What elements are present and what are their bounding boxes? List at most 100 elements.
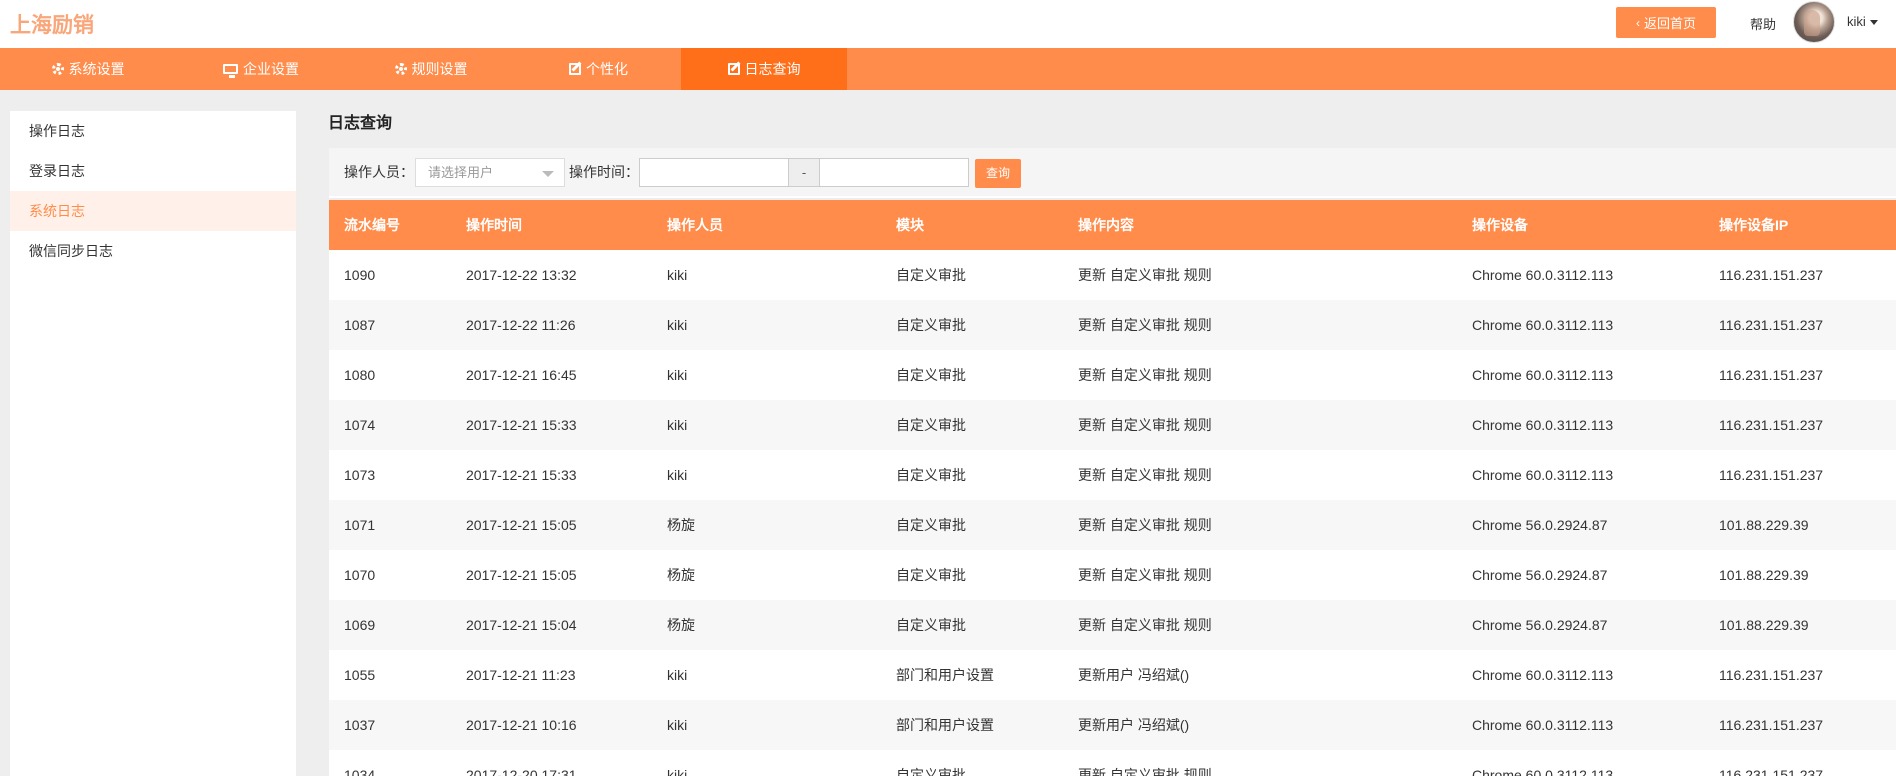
table-cell: 1055 [344, 667, 376, 683]
table-cell: 自定义审批 [896, 467, 966, 483]
user-menu[interactable]: kiki [1847, 14, 1878, 29]
table-cell: kiki [667, 317, 688, 333]
nav-item-personalize[interactable]: 个性化 [516, 48, 681, 90]
table-cell: 更新 自定义审批 规则 [1078, 567, 1212, 583]
table-row[interactable]: 1087 2017-12-22 11:26 kiki 自定义审批 更新 自定义审批 规则… [329, 300, 1896, 350]
table-cell: 更新 自定义审批 规则 [1078, 267, 1212, 283]
end-time-input[interactable] [819, 158, 969, 187]
nav-item-rule-settings[interactable]: 规则设置 [346, 48, 516, 90]
gear-icon [51, 63, 64, 75]
table-cell: 101.88.229.39 [1719, 517, 1809, 533]
table-cell: 更新 自定义审批 规则 [1078, 767, 1212, 776]
table-row[interactable]: 1073 2017-12-21 15:33 kiki 自定义审批 更新 自定义审批 规则… [329, 450, 1896, 500]
operator-label: 操作人员： [344, 164, 414, 180]
table-cell: 116.231.151.237 [1719, 667, 1824, 683]
table-row[interactable]: 1034 2017-12-20 17:31 kiki 自定义审批 更新 自定义审批 规则… [329, 750, 1896, 776]
table-cell: 116.231.151.237 [1719, 317, 1824, 333]
table-cell: kiki [667, 717, 688, 733]
table-cell: Chrome 60.0.3112.113 [1472, 767, 1614, 776]
table-cell: kiki [667, 267, 688, 283]
table-cell: 更新用户 冯绍斌() [1078, 667, 1190, 683]
table-cell: 1074 [344, 417, 376, 433]
chevron-left-icon: ‹ [1635, 15, 1640, 30]
sidebar-item-system-log[interactable]: 系统日志 [10, 191, 296, 231]
table-cell: 杨旋 [667, 567, 695, 583]
table-row[interactable]: 1037 2017-12-21 10:16 kiki 部门和用户设置 更新用户 冯绍斌(… [329, 700, 1896, 750]
nav-item-system-settings[interactable]: 系统设置 [0, 48, 176, 90]
table-cell: 1090 [344, 267, 376, 283]
table-cell: 自定义审批 [896, 417, 966, 433]
edit-icon [569, 63, 581, 75]
table-cell: 2017-12-21 15:33 [466, 417, 577, 433]
table-cell: 自定义审批 [896, 367, 966, 383]
table-row[interactable]: 1070 2017-12-21 15:05 杨旋 自定义审批 更新 自定义审批 规则 Ch… [329, 550, 1896, 600]
column-header: 操作时间 [466, 217, 522, 233]
table-cell: 更新 自定义审批 规则 [1078, 367, 1212, 383]
nav-item-log-query[interactable]: 日志查询 [681, 48, 847, 90]
table-cell: Chrome 56.0.2924.87 [1472, 567, 1608, 583]
table-cell: 更新 自定义审批 规则 [1078, 617, 1212, 633]
table-cell: 1080 [344, 367, 376, 383]
chevron-down-icon [542, 171, 554, 177]
nav-item-label: 个性化 [586, 61, 628, 77]
query-button[interactable]: 查询 [975, 159, 1021, 188]
nav-item-company-settings[interactable]: 企业设置 [176, 48, 346, 90]
sidebar-item-operation-log[interactable]: 操作日志 [10, 111, 296, 151]
date-range-separator: - [789, 158, 819, 187]
filter-bar: 操作人员： 请选择用户 操作时间： - 查询 [329, 148, 1896, 198]
table-row[interactable]: 1055 2017-12-21 11:23 kiki 部门和用户设置 更新用户 冯绍斌(… [329, 650, 1896, 700]
main-nav: 系统设置 企业设置 规则设置 个性化 日志查询 [0, 48, 1896, 90]
table-body: 1090 2017-12-22 13:32 kiki 自定义审批 更新 自定义审批 规则… [329, 250, 1896, 776]
table-row[interactable]: 1090 2017-12-22 13:32 kiki 自定义审批 更新 自定义审批 规则… [329, 250, 1896, 300]
operator-select[interactable]: 请选择用户 [415, 158, 565, 187]
table-cell: 1073 [344, 467, 376, 483]
table-cell: 更新 自定义审批 规则 [1078, 467, 1212, 483]
table-cell: 1071 [344, 517, 376, 533]
nav-item-label: 系统设置 [68, 61, 125, 77]
nav-item-label: 日志查询 [744, 61, 801, 77]
app-logo[interactable]: 上海励销 [10, 9, 94, 39]
sidebar-item-wechat-sync-log[interactable]: 微信同步日志 [10, 231, 296, 271]
table-cell: 116.231.151.237 [1719, 417, 1824, 433]
table-cell: 101.88.229.39 [1719, 567, 1809, 583]
table-cell: kiki [667, 367, 688, 383]
table-cell: 1070 [344, 567, 376, 583]
column-header: 操作设备IP [1719, 217, 1789, 233]
table-cell: 更新 自定义审批 规则 [1078, 317, 1212, 333]
help-link[interactable]: 帮助 [1750, 14, 1776, 33]
back-home-button[interactable]: ‹ 返回首页 [1616, 7, 1716, 38]
username: kiki [1847, 14, 1866, 29]
table-cell: 自定义审批 [896, 317, 966, 333]
table-cell: Chrome 60.0.3112.113 [1472, 667, 1614, 683]
table-cell: Chrome 56.0.2924.87 [1472, 617, 1608, 633]
nav-item-label: 规则设置 [411, 61, 468, 77]
table-row[interactable]: 1080 2017-12-21 16:45 kiki 自定义审批 更新 自定义审批 规则… [329, 350, 1896, 400]
table-row[interactable]: 1071 2017-12-21 15:05 杨旋 自定义审批 更新 自定义审批 规则 Ch… [329, 500, 1896, 550]
table-row[interactable]: 1074 2017-12-21 15:33 kiki 自定义审批 更新 自定义审批 规则… [329, 400, 1896, 450]
table-cell: 杨旋 [667, 517, 695, 533]
table-cell: 自定义审批 [896, 617, 966, 633]
table-cell: Chrome 56.0.2924.87 [1472, 517, 1608, 533]
table-cell: 2017-12-21 15:05 [466, 517, 577, 533]
table-row[interactable]: 1069 2017-12-21 15:04 杨旋 自定义审批 更新 自定义审批 规则 Ch… [329, 600, 1896, 650]
table-cell: 116.231.151.237 [1719, 467, 1824, 483]
operator-select-placeholder: 请选择用户 [428, 165, 494, 180]
table-cell: 杨旋 [667, 617, 695, 633]
table-cell: 1034 [344, 767, 376, 776]
back-home-label: 返回首页 [1643, 16, 1696, 31]
start-time-input[interactable] [639, 158, 789, 187]
table-cell: Chrome 60.0.3112.113 [1472, 417, 1614, 433]
table-cell: 116.231.151.237 [1719, 367, 1824, 383]
table-cell: 1069 [344, 617, 376, 633]
table-cell: 2017-12-22 11:26 [466, 317, 576, 333]
table-cell: 2017-12-21 15:33 [466, 467, 577, 483]
table-cell: kiki [667, 467, 688, 483]
table-cell: 2017-12-21 15:04 [466, 617, 577, 633]
sidebar-item-login-log[interactable]: 登录日志 [10, 151, 296, 191]
top-header: 上海励销 ‹ 返回首页 帮助 kiki [0, 0, 1896, 48]
table-cell: 自定义审批 [896, 767, 966, 776]
table-cell: Chrome 60.0.3112.113 [1472, 367, 1614, 383]
table-cell: 2017-12-21 16:45 [466, 367, 577, 383]
avatar[interactable] [1793, 1, 1835, 43]
table-cell: kiki [667, 767, 688, 776]
